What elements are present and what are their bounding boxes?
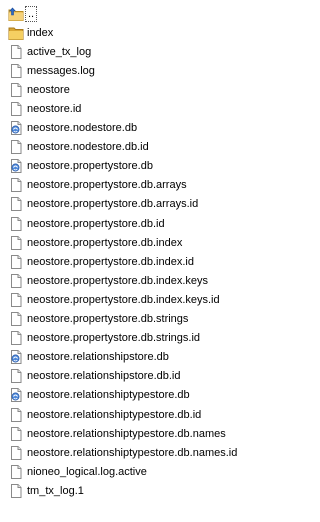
file-name-label: index <box>27 26 54 39</box>
file-name-label: neostore.propertystore.db.arrays <box>27 179 187 192</box>
document-icon <box>8 44 24 60</box>
file-item[interactable]: neostore.nodestore.db <box>0 119 266 138</box>
document-icon <box>8 407 24 423</box>
file-item[interactable]: neostore.relationshipstore.db <box>0 348 266 367</box>
file-item[interactable]: neostore.relationshiptypestore.db.names <box>0 424 266 443</box>
document-icon <box>8 445 24 461</box>
parent-folder-item[interactable]: .. <box>0 4 266 23</box>
file-name-label: neostore.propertystore.db.arrays.id <box>27 198 199 211</box>
file-name-label: neostore.propertystore.db.index.id <box>27 255 194 268</box>
file-item[interactable]: neostore.propertystore.db.id <box>0 214 266 233</box>
file-item[interactable]: active_tx_log <box>0 42 266 61</box>
database-file-icon <box>8 387 24 403</box>
database-file-icon <box>8 158 24 174</box>
file-name-label: neostore.propertystore.db.id <box>27 217 165 230</box>
document-icon <box>8 368 24 384</box>
file-name-label: neostore.relationshiptypestore.db <box>27 389 190 402</box>
folder-icon <box>8 25 24 41</box>
file-item[interactable]: neostore.propertystore.db.strings.id <box>0 329 266 348</box>
file-item[interactable]: neostore.relationshiptypestore.db.names.… <box>0 443 266 462</box>
file-name-label: neostore.nodestore.db.id <box>27 141 149 154</box>
file-name-label: nioneo_logical.log.active <box>27 465 147 478</box>
file-name-label: neostore.propertystore.db.index.keys.id <box>27 293 220 306</box>
file-item[interactable]: neostore.nodestore.db.id <box>0 138 266 157</box>
file-list: .. index active_tx_log messages.log neostore… <box>0 0 266 522</box>
document-icon <box>8 464 24 480</box>
parent-folder-icon <box>8 6 24 22</box>
document-icon <box>8 292 24 308</box>
file-name-label: neostore.relationshiptypestore.db.names.… <box>27 446 238 459</box>
document-icon <box>8 139 24 155</box>
file-name-label: neostore.relationshipstore.db.id <box>27 370 181 383</box>
file-item[interactable]: neostore.propertystore.db.strings <box>0 310 266 329</box>
file-name-label: neostore.propertystore.db.index.keys <box>27 274 208 287</box>
file-name-label: .. <box>24 5 38 22</box>
file-item[interactable]: neostore.propertystore.db.index.keys <box>0 271 266 290</box>
file-item[interactable]: neostore.id <box>0 99 266 118</box>
file-name-label: neostore.propertystore.db.strings <box>27 313 189 326</box>
file-item[interactable]: nioneo_logical.log.active <box>0 462 266 481</box>
document-icon <box>8 483 24 499</box>
file-item[interactable]: neostore.relationshiptypestore.db.id <box>0 405 266 424</box>
folder-item[interactable]: index <box>0 23 266 42</box>
file-item[interactable]: neostore.relationshipstore.db.id <box>0 367 266 386</box>
file-name-label: neostore.propertystore.db.index <box>27 236 183 249</box>
document-icon <box>8 254 24 270</box>
database-file-icon <box>8 120 24 136</box>
file-item[interactable]: neostore <box>0 80 266 99</box>
file-name-label: neostore.propertystore.db.strings.id <box>27 332 201 345</box>
document-icon <box>8 273 24 289</box>
document-icon <box>8 177 24 193</box>
file-name-label: active_tx_log <box>27 45 92 58</box>
document-icon <box>8 330 24 346</box>
file-item[interactable]: neostore.propertystore.db.arrays.id <box>0 195 266 214</box>
file-name-label: neostore <box>27 83 70 96</box>
document-icon <box>8 196 24 212</box>
document-icon <box>8 311 24 327</box>
document-icon <box>8 426 24 442</box>
file-name-label: neostore.id <box>27 103 82 116</box>
document-icon <box>8 216 24 232</box>
file-item[interactable]: messages.log <box>0 61 266 80</box>
file-item[interactable]: neostore.propertystore.db.index.keys.id <box>0 290 266 309</box>
file-name-label: neostore.propertystore.db <box>27 160 153 173</box>
file-name-label: neostore.nodestore.db <box>27 122 138 135</box>
file-item[interactable]: neostore.propertystore.db.index.id <box>0 252 266 271</box>
file-name-label: tm_tx_log.1 <box>27 484 84 497</box>
document-icon <box>8 63 24 79</box>
file-item[interactable]: neostore.propertystore.db.index <box>0 233 266 252</box>
document-icon <box>8 235 24 251</box>
file-name-label: neostore.relationshipstore.db <box>27 351 169 364</box>
file-name-label: neostore.relationshiptypestore.db.names <box>27 427 226 440</box>
database-file-icon <box>8 349 24 365</box>
document-icon <box>8 82 24 98</box>
file-item[interactable]: neostore.relationshiptypestore.db <box>0 386 266 405</box>
file-item[interactable]: neostore.propertystore.db.arrays <box>0 176 266 195</box>
file-name-label: messages.log <box>27 64 95 77</box>
file-name-label: neostore.relationshiptypestore.db.id <box>27 408 202 421</box>
file-item[interactable]: tm_tx_log.1 <box>0 481 266 500</box>
file-item[interactable]: neostore.propertystore.db <box>0 157 266 176</box>
document-icon <box>8 101 24 117</box>
